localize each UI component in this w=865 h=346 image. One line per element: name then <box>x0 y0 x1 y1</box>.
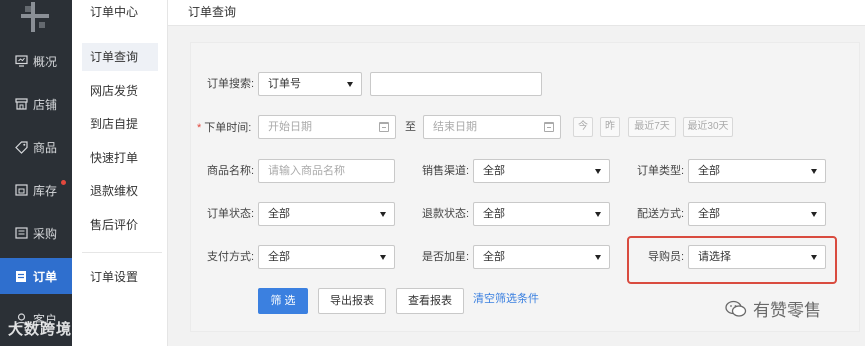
sidebar-item-overview[interactable]: 概况 <box>0 43 72 79</box>
select-value: 全部 <box>483 165 505 177</box>
warehouse-icon <box>14 183 28 197</box>
subnav-item-order-query[interactable]: 订单查询 <box>82 43 158 71</box>
monitor-icon <box>14 54 28 68</box>
notification-dot <box>61 180 66 185</box>
delivery-method-label: 配送方式: <box>637 208 685 220</box>
order-type-label: 订单类型: <box>637 165 685 177</box>
clear-filters-link[interactable]: 清空筛选条件 <box>473 286 539 312</box>
guide-highlight-box <box>627 236 837 284</box>
end-date-input[interactable]: 结束日期 <box>423 115 561 139</box>
select-value: 全部 <box>483 208 505 220</box>
sidebar-item-goods[interactable]: 商品 <box>0 129 72 165</box>
starred-label: 是否加星: <box>422 251 470 263</box>
divider <box>82 252 162 253</box>
filter-button[interactable]: 筛 选 <box>258 288 308 314</box>
date-range-separator: 至 <box>405 121 416 133</box>
order-type-select[interactable]: 全部 <box>688 159 826 183</box>
select-value: 全部 <box>268 208 290 220</box>
export-report-button[interactable]: 导出报表 <box>318 288 386 314</box>
order-icon <box>14 269 28 283</box>
quick-yesterday-button[interactable]: 昨 <box>600 117 620 137</box>
sidebar-item-inventory[interactable]: 库存 <box>0 172 72 208</box>
wechat-icon <box>725 300 747 318</box>
tag-icon <box>14 140 28 154</box>
chevron-down-icon <box>811 212 817 217</box>
sub-sidebar: 订单中心 订单查询 网店发货 到店自提 快速打单 退款维权 售后评价 订单设置 <box>72 0 168 346</box>
order-search-input[interactable] <box>370 72 542 96</box>
quick-last30-button[interactable]: 最近30天 <box>683 117 733 137</box>
sidebar-item-orders[interactable]: 订单 <box>0 258 72 294</box>
subnav-item-quick-print[interactable]: 快速打单 <box>82 144 158 172</box>
purchase-icon <box>14 226 28 240</box>
subnav-item-order-settings[interactable]: 订单设置 <box>82 263 158 291</box>
chevron-down-icon <box>595 212 601 217</box>
payment-method-select[interactable]: 全部 <box>258 245 395 269</box>
required-mark: * <box>197 122 202 134</box>
end-date-placeholder: 结束日期 <box>433 121 477 133</box>
order-time-label-text: 下单时间: <box>204 122 252 134</box>
sales-channel-label: 销售渠道: <box>422 165 470 177</box>
watermark-left: 大数跨境 <box>8 321 73 338</box>
watermark-right: 有赞零售 <box>725 296 821 321</box>
product-name-input[interactable]: 请输入商品名称 <box>258 159 395 183</box>
sidebar-item-store[interactable]: 店铺 <box>0 86 72 122</box>
select-value: 全部 <box>698 165 720 177</box>
chevron-down-icon <box>380 255 386 260</box>
delivery-method-select[interactable]: 全部 <box>688 202 826 226</box>
chevron-down-icon <box>595 255 601 260</box>
sidebar-item-label: 概况 <box>33 54 58 69</box>
main-sidebar: 概况 店铺 商品 库存 采购 订单 客户 <box>0 0 72 346</box>
quick-today-button[interactable]: 今 <box>573 117 593 137</box>
chevron-down-icon <box>380 212 386 217</box>
subnav-item-store-pickup[interactable]: 到店自提 <box>82 110 158 138</box>
calendar-icon <box>544 122 554 132</box>
store-icon <box>14 97 28 111</box>
view-report-button[interactable]: 查看报表 <box>396 288 464 314</box>
subnav-item-reviews[interactable]: 售后评价 <box>82 211 158 239</box>
starred-select[interactable]: 全部 <box>473 245 610 269</box>
sidebar-item-label: 订单 <box>33 269 58 284</box>
select-value: 全部 <box>698 208 720 220</box>
watermark-right-text: 有赞零售 <box>753 301 821 320</box>
sidebar-item-purchase[interactable]: 采购 <box>0 215 72 251</box>
select-value: 订单号 <box>268 78 301 90</box>
sidebar-item-label: 采购 <box>33 226 58 241</box>
refund-status-select[interactable]: 全部 <box>473 202 610 226</box>
logo <box>21 2 49 32</box>
start-date-input[interactable]: 开始日期 <box>258 115 396 139</box>
order-search-label: 订单搜索: <box>207 78 255 90</box>
payment-method-label: 支付方式: <box>207 251 255 263</box>
chevron-down-icon <box>347 82 353 87</box>
order-search-type-select[interactable]: 订单号 <box>258 72 362 96</box>
order-status-label: 订单状态: <box>207 208 255 220</box>
product-name-label: 商品名称: <box>207 165 255 177</box>
sales-channel-select[interactable]: 全部 <box>473 159 610 183</box>
select-value: 全部 <box>483 251 505 263</box>
order-status-select[interactable]: 全部 <box>258 202 395 226</box>
chevron-down-icon <box>595 169 601 174</box>
quick-last7-button[interactable]: 最近7天 <box>628 117 676 137</box>
sidebar-item-label: 店铺 <box>33 97 58 112</box>
subnav-item-refunds[interactable]: 退款维权 <box>82 177 158 205</box>
sidebar-item-label: 商品 <box>33 140 58 155</box>
sidebar-item-label: 库存 <box>33 183 58 198</box>
select-value: 全部 <box>268 251 290 263</box>
calendar-icon <box>379 122 389 132</box>
start-date-placeholder: 开始日期 <box>268 121 312 133</box>
order-time-label: * 下单时间: <box>197 116 251 140</box>
chevron-down-icon <box>811 169 817 174</box>
page-title: 订单查询 <box>168 0 865 26</box>
refund-status-label: 退款状态: <box>422 208 470 220</box>
sub-sidebar-title: 订单中心 <box>90 5 139 19</box>
subnav-item-online-shipping[interactable]: 网店发货 <box>82 77 158 105</box>
